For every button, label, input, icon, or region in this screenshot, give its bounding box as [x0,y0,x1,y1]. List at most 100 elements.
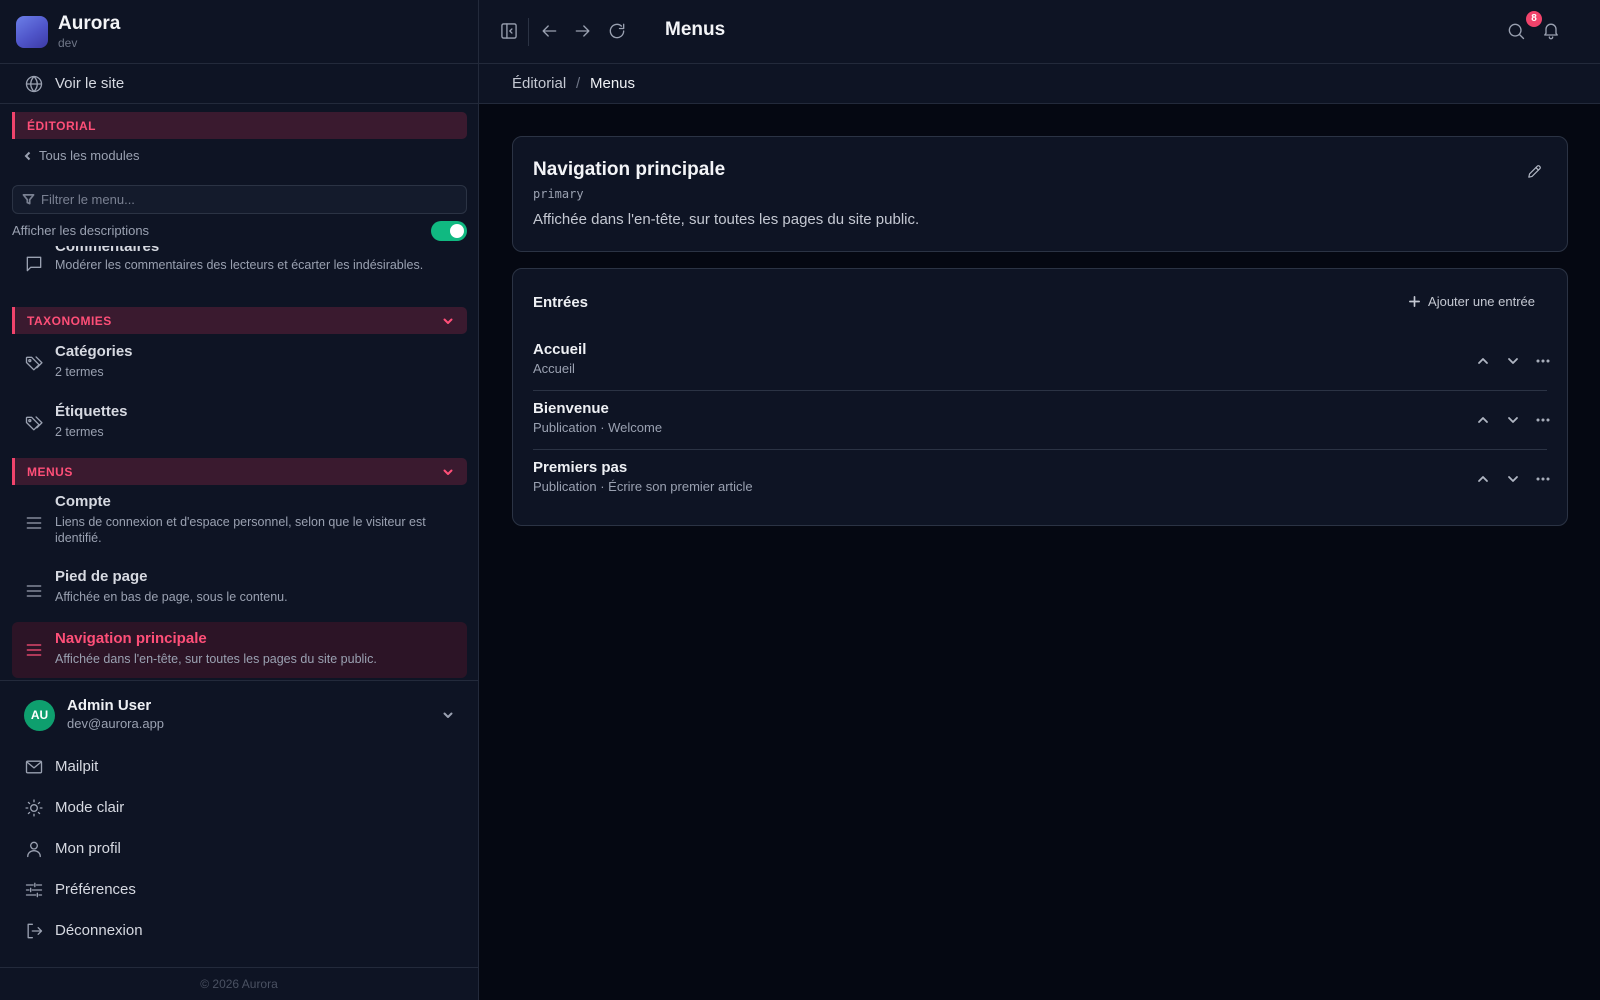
sidebar-item-description: Affichée dans l'en-tête, sur toutes les … [55,652,377,666]
sidebar-item-title: Étiquettes [55,403,128,420]
sidebar-item-description: 2 termes [55,425,104,439]
profile-link[interactable]: Mon profil [0,834,478,864]
entries-card: Entrées Ajouter une entrée Accueil Accue… [512,268,1568,526]
tag-icon [24,354,44,374]
sidebar-item-compte[interactable]: Compte Liens de connexion et d'espace pe… [12,491,467,555]
user-menu[interactable]: AU Admin User dev@aurora.app [0,695,478,739]
preferences-label: Préférences [55,881,136,898]
avatar: AU [24,700,55,731]
menu-details-card: Navigation principale primary Affichée d… [512,136,1568,252]
filter-icon [22,194,35,205]
add-entry-label: Ajouter une entrée [1428,294,1535,309]
page-title: Menus [665,19,726,40]
mail-icon [24,757,44,777]
sliders-icon [24,880,44,900]
copyright: © 2026 Aurora [0,967,478,1000]
more-horizontal-icon[interactable] [1533,410,1553,430]
entry-row[interactable]: Premiers pas Publication · Écrire son pr… [533,451,1550,509]
entry-title: Premiers pas [533,459,628,476]
chevron-down-icon[interactable] [1503,410,1523,430]
entry-title: Accueil [533,341,587,358]
sidebar-item-pied-de-page[interactable]: Pied de page Affichée en bas de page, so… [12,566,467,616]
entry-subtitle: Publication · Écrire son premier article [533,479,753,494]
chevron-up-icon[interactable] [1473,469,1493,489]
light-mode-label: Mode clair [55,799,125,816]
mailpit-link[interactable]: Mailpit [0,752,478,782]
chevron-down-icon [441,314,455,328]
user-email: dev@aurora.app [67,716,165,731]
more-horizontal-icon[interactable] [1533,469,1553,489]
globe-icon [24,74,44,94]
brand-logo [16,16,48,48]
breadcrumb-separator: / [576,75,581,92]
entry-row[interactable]: Accueil Accueil [533,333,1550,391]
brand-name: Aurora [58,13,121,34]
list-icon [24,640,44,660]
menu-code: primary [533,187,584,201]
menu-filter-input[interactable] [41,189,461,210]
chevron-up-icon[interactable] [1473,410,1493,430]
visit-site-link[interactable]: Voir le site [0,64,478,104]
breadcrumb-current: Menus [590,75,636,92]
chevron-left-icon [24,151,31,161]
refresh-icon[interactable] [607,21,627,41]
entry-subtitle: Publication · Welcome [533,420,663,435]
section-label: MENUS [27,465,73,479]
sidebar-item-categories[interactable]: Catégories 2 termes [12,340,467,390]
sidebar-item-title: Catégories [55,343,133,360]
brand-env: dev [58,36,78,50]
entry-row[interactable]: Bienvenue Publication · Welcome [533,392,1550,450]
sun-icon [24,798,44,818]
menu-title: Navigation principale [533,159,726,180]
sidebar-item-description: Liens de connexion et d'espace personnel… [55,515,426,545]
search-icon[interactable] [1506,21,1526,41]
light-mode-toggle[interactable]: Mode clair [0,793,478,823]
sidebar-item-commentaires[interactable]: Commentaires Modérer les commentaires de… [12,246,467,290]
section-header-menus[interactable]: MENUS [12,458,467,485]
message-square-icon [24,254,44,274]
breadcrumb: Éditorial / Menus [479,64,1600,104]
logout-label: Déconnexion [55,922,143,939]
logout-link[interactable]: Déconnexion [0,916,478,946]
sidebar-item-navigation-principale[interactable]: Navigation principale Affichée dans l'en… [12,622,467,678]
sidebar-item-description: Affichée en bas de page, sous le contenu… [55,590,288,604]
sidebar-item-etiquettes[interactable]: Étiquettes 2 termes [12,400,467,450]
sidebar-item-title: Compte [55,493,111,510]
section-header-taxonomies[interactable]: TAXONOMIES [12,307,467,334]
chevron-down-icon[interactable] [1503,469,1523,489]
forward-arrow-icon[interactable] [573,21,593,41]
sidebar-item-description: 2 termes [55,365,104,379]
breadcrumb-parent[interactable]: Éditorial [512,75,566,92]
sidebar-item-title: Pied de page [55,568,148,585]
menu-list[interactable]: Commentaires Modérer les commentaires de… [0,246,478,680]
profile-label: Mon profil [55,840,121,857]
bell-icon[interactable] [1541,20,1561,40]
sidebar-item-description: Modérer les commentaires des lecteurs et… [55,258,424,272]
chevron-up-icon[interactable] [1473,351,1493,371]
sidebar-item-title: Navigation principale [55,630,207,647]
menu-filter[interactable] [12,185,467,214]
menu-description: Affichée dans l'en-tête, sur toutes les … [533,211,920,228]
more-horizontal-icon[interactable] [1533,351,1553,371]
entry-subtitle: Accueil [533,361,575,376]
user-name: Admin User [67,697,152,714]
chevron-down-icon[interactable] [1503,351,1523,371]
pencil-icon[interactable] [1526,163,1543,180]
sidebar-toggle-icon[interactable] [499,21,519,41]
show-descriptions-label: Afficher les descriptions [12,223,150,238]
toolbar-divider [528,18,529,46]
show-descriptions-toggle[interactable] [431,221,467,241]
brand[interactable]: Aurora dev [0,0,478,64]
chevron-down-icon [441,465,455,479]
visit-site-label: Voir le site [55,75,125,92]
sidebar-footer: AU Admin User dev@aurora.app Mailpit Mod… [0,680,478,967]
mailpit-label: Mailpit [55,758,99,775]
add-entry-button[interactable]: Ajouter une entrée [1398,287,1547,317]
module-header: ÉDITORIAL [12,112,467,139]
sidebar-item-title: Commentaires [55,246,160,255]
back-arrow-icon[interactable] [539,21,559,41]
preferences-link[interactable]: Préférences [0,875,478,905]
list-icon [24,581,44,601]
chevron-down-icon [441,708,455,722]
list-icon [24,513,44,533]
